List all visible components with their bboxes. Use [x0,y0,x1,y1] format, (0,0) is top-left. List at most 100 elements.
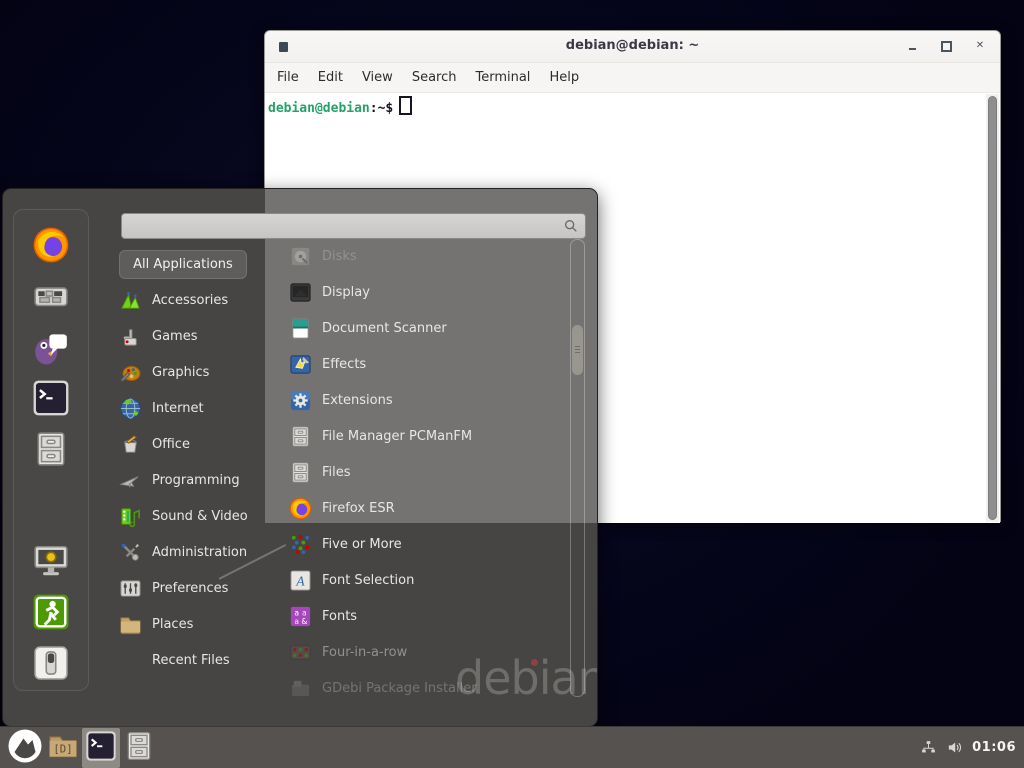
app-disks[interactable]: Disks [289,238,567,274]
close-icon: ✕ [976,41,984,51]
app-four-in-a-row[interactable]: Four-in-a-row [289,634,567,670]
sound-video-icon [119,505,142,528]
favorite-shutdown-button[interactable] [32,644,70,682]
menu-scrollbar-thumb[interactable] [572,325,583,375]
terminal-scrollbar[interactable] [986,94,999,522]
accessories-icon [119,289,142,312]
menu-button[interactable] [6,728,44,768]
app-display[interactable]: Display [289,274,567,310]
close-button[interactable]: ✕ [970,36,990,56]
taskbar-launchers: [D] [0,727,158,768]
terminal-icon [85,730,117,766]
category-preferences[interactable]: Preferences [119,570,274,606]
favorite-pidgin-button[interactable] [32,328,70,366]
menubar-item-view[interactable]: View [362,70,393,85]
favorite-file-manager-button[interactable] [32,430,70,468]
menubar-item-terminal[interactable]: Terminal [475,70,530,85]
categories-list: AccessoriesGamesGraphicsInternetOfficePr… [119,282,274,678]
category-internet[interactable]: Internet [119,390,274,426]
terminal-menubar: File Edit View Search Terminal Help [265,63,1000,93]
app-firefox-esr[interactable]: Firefox ESR [289,490,567,526]
favorite-logout-button[interactable] [32,593,70,631]
desktop: debian@debian: ~ ✕ File Edit View Search Ter… [0,0,1024,768]
menubar-item-help[interactable]: Help [549,70,579,85]
item-label: Four-in-a-row [322,645,407,660]
svg-text:A: A [295,573,305,588]
internet-icon [119,397,142,420]
terminal-scrollbar-thumb[interactable] [988,96,997,520]
svg-text:a: a [294,617,299,626]
category-sound-video[interactable]: Sound & Video [119,498,274,534]
category-accessories[interactable]: Accessories [119,282,274,318]
favorite-firefox-button[interactable] [32,226,70,264]
clock[interactable]: 01:06 [972,740,1016,755]
category-office[interactable]: Office [119,426,274,462]
item-label: Accessories [152,293,228,308]
games-icon [119,325,142,348]
places-icon [119,613,142,636]
file-manager-task-button[interactable] [120,728,158,768]
app-file-manager-pcmanfm[interactable]: File Manager PCManFM [289,418,567,454]
menu-scrollbar[interactable] [570,239,585,697]
file-cabinet-icon [32,453,70,472]
item-label: Font Selection [322,573,414,588]
terminal-titlebar[interactable]: debian@debian: ~ ✕ [265,31,1000,63]
app-files[interactable]: Files [289,454,567,490]
item-label: Recent Files [152,653,230,668]
item-label: Graphics [152,365,209,380]
effects-icon [289,353,312,376]
category-recent-files[interactable]: Recent Files [119,642,274,678]
category-places[interactable]: Places [119,606,274,642]
shutdown-icon [32,667,70,686]
terminal-prompt: debian@debian:~$ [268,96,1000,116]
terminal-task-button[interactable] [82,728,120,768]
network-icon[interactable] [920,739,937,756]
terminal-title: debian@debian: ~ [265,38,1000,53]
maximize-button[interactable] [936,36,956,56]
document-scanner-icon [289,317,312,340]
volume-icon[interactable] [946,739,963,756]
maximize-icon [941,41,952,52]
app-five-or-more[interactable]: Five or More [289,526,567,562]
applications-list: Disks Display Document ScannerEffectsExten… [289,238,567,706]
programming-icon [119,469,142,492]
favorite-terminal-button[interactable] [32,379,70,417]
graphics-icon [119,361,142,384]
app-effects[interactable]: Effects [289,346,567,382]
app-fonts[interactable]: aaa&Fonts [289,598,567,634]
four-in-a-row-icon [289,641,312,664]
app-menu: debian All Applications AccessoriesGames… [2,188,598,727]
taskbar: [D] 01:06 [0,726,1024,768]
svg-text:[D]: [D] [53,742,72,755]
app-extensions[interactable]: Extensions [289,382,567,418]
blank-icon [119,649,142,672]
desktop-folder-button[interactable]: [D] [44,728,82,768]
category-programming[interactable]: Programming [119,462,274,498]
category-administration[interactable]: Administration [119,534,274,570]
terminal-cursor [399,96,412,115]
menubar-item-file[interactable]: File [277,70,299,85]
app-document-scanner[interactable]: Document Scanner [289,310,567,346]
five-or-more-icon [289,533,312,556]
favorite-keyboard-button[interactable] [32,277,70,315]
item-label: Games [152,329,197,344]
file-cabinet-icon [123,730,155,766]
search-icon [563,218,579,234]
menubar-item-edit[interactable]: Edit [318,70,343,85]
item-label: Places [152,617,193,632]
item-label: Internet [152,401,204,416]
menubar-item-search[interactable]: Search [412,70,457,85]
category-graphics[interactable]: Graphics [119,354,274,390]
favorite-lock-screen-button[interactable] [32,542,70,580]
item-label: File Manager PCManFM [322,429,472,444]
gdebi-icon [289,677,312,700]
app-font-selection[interactable]: A Font Selection [289,562,567,598]
category-games[interactable]: Games [119,318,274,354]
prompt-path: :~$ [370,101,393,116]
app-gdebi-package-installer[interactable]: GDebi Package Installer [289,670,567,706]
minimize-button[interactable] [902,36,922,56]
font-selection-icon: A [289,569,312,592]
search-input[interactable] [121,213,586,239]
item-label: Display [322,285,370,300]
all-applications-button[interactable]: All Applications [119,250,247,279]
